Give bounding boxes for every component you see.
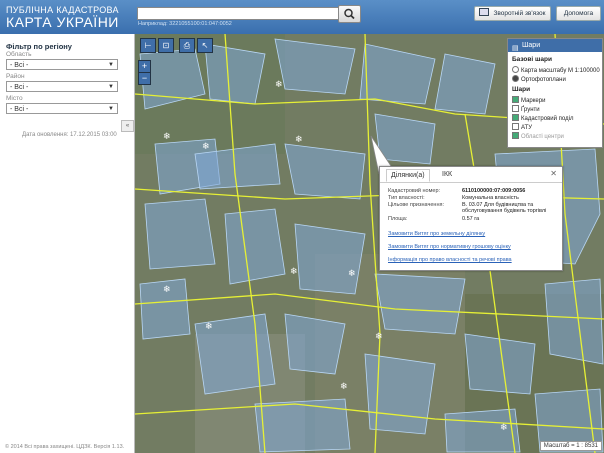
footer-copyright: © 2014 Всі права захищені. ЦДЗК. Версія … (5, 444, 125, 450)
link-ownership-info[interactable]: Інформація про право власності та речові… (388, 257, 512, 263)
layer-cadastral[interactable]: Кадастровий поділ (512, 114, 573, 122)
layers-icon: ▤ (512, 45, 519, 52)
base-layer-map[interactable]: Карта масштабу М 1:100000 (512, 66, 600, 74)
district-select[interactable]: - Всі - ▼ (6, 81, 118, 92)
measure-area-icon[interactable]: ⊡ (158, 38, 174, 53)
svg-text:❄: ❄ (348, 269, 356, 279)
svg-text:❄: ❄ (275, 80, 283, 90)
city-select[interactable]: - Всі - ▼ (6, 103, 118, 114)
row-value: Комунальна власність (462, 195, 519, 201)
filter-title: Фільтр по регіону (6, 42, 72, 51)
link-order-parcel-extract[interactable]: Замовити Витяг про земельну ділянку (388, 231, 485, 237)
row-key: Кадастровий номер: (388, 188, 441, 194)
search-button[interactable] (338, 5, 361, 23)
layer-atu[interactable]: АТУ (512, 123, 532, 131)
row-key: Площа: (388, 216, 408, 222)
svg-text:❄: ❄ (340, 382, 348, 392)
row-value: 0.57 га (462, 216, 480, 222)
chevron-left-icon: « (125, 123, 130, 129)
layer-label: Області центри (521, 134, 564, 140)
svg-text:❄: ❄ (163, 285, 171, 295)
close-icon[interactable]: ✕ (550, 169, 557, 178)
layer-markers[interactable]: Маркери (512, 96, 545, 104)
map-scale: Масштаб = 1 : 8531 (539, 441, 602, 451)
help-label: Допомога (563, 10, 594, 17)
help-button[interactable]: Допомога (556, 6, 601, 21)
row-value: В. 03.07 Для будівництва та обслуговуван… (462, 202, 547, 214)
search-hint: Наприклад: 3221055100:01:047:0052 (138, 21, 232, 27)
base-layer-label: Карта масштабу М 1:100000 (521, 68, 600, 74)
svg-text:❄: ❄ (295, 135, 303, 145)
radio-selected-icon (512, 75, 519, 82)
district-label: Район (6, 73, 25, 80)
layers-section-title: Шари (512, 86, 531, 93)
measure-distance-icon[interactable]: ⊢ (140, 38, 156, 53)
layer-label: Кадастровий поділ (521, 116, 574, 122)
updated-date: Дата оновлення: 17.12.2015 03:00 (22, 132, 117, 138)
base-layer-ortho[interactable]: Ортофотоплани (512, 75, 566, 83)
row-key: Цільове призначення: (388, 202, 444, 208)
checkbox-icon (512, 123, 519, 130)
svg-text:❄: ❄ (205, 322, 213, 332)
base-layers-title: Базові шари (512, 56, 553, 63)
layer-label: АТУ (521, 125, 533, 131)
parcel-popup: Ділянки(а) ІКК ✕ Кадастровий номер: 61101… (379, 166, 563, 271)
layer-label: Маркери (521, 98, 546, 104)
logo-line2: КАРТА УКРАЇНИ (6, 14, 119, 30)
checkbox-icon (512, 105, 519, 112)
layer-soils[interactable]: Ґрунти (512, 105, 540, 113)
feedback-button[interactable]: Зворотній зв'язок (474, 6, 551, 21)
svg-text:❄: ❄ (163, 132, 171, 142)
mail-icon (479, 8, 490, 16)
link-order-valuation-extract[interactable]: Замовити Витяг про нормативну грошову оц… (388, 244, 511, 250)
feedback-label: Зворотній зв'язок (493, 10, 546, 17)
dropdown-arrow-icon: ▼ (108, 84, 114, 90)
map-view[interactable]: ❄ ❄ ❄ ❄ ❄ ❄ ❄ ❄ ❄ ❄ ❄ ⊢ ⊡ ⎙ ↖ + − ▤ Шари Базові … (135, 34, 604, 453)
zoom-out-button[interactable]: − (138, 72, 151, 85)
print-icon[interactable]: ⎙ (179, 38, 195, 53)
layers-title: Шари (522, 42, 541, 49)
checkbox-checked-icon (512, 114, 519, 121)
map-toolbar: ⊢ ⊡ ⎙ ↖ (140, 38, 213, 53)
tab-ikk[interactable]: ІКК (438, 169, 456, 180)
layers-panel: ▤ Шари Базові шари Карта масштабу М 1:100… (507, 38, 603, 148)
base-layer-label: Ортофотоплани (521, 77, 566, 83)
city-label: Місто (6, 95, 23, 102)
collapse-sidebar-button[interactable]: « (121, 120, 134, 132)
checkbox-checked-icon (512, 96, 519, 103)
svg-text:❄: ❄ (375, 332, 383, 342)
row-key: Тип власності: (388, 195, 425, 201)
svg-text:❄: ❄ (500, 423, 508, 433)
header: ПУБЛІЧНА КАДАСТРОВА КАРТА УКРАЇНИ Наприк… (0, 0, 604, 34)
checkbox-checked-icon (512, 132, 519, 139)
region-label: Область (6, 51, 32, 58)
region-select[interactable]: - Всі - ▼ (6, 59, 118, 70)
sidebar: Фільтр по регіону Область - Всі - ▼ Район… (0, 34, 135, 453)
search-input[interactable] (137, 7, 341, 20)
dropdown-arrow-icon: ▼ (108, 62, 114, 68)
radio-icon (512, 66, 519, 73)
region-value: - Всі - (10, 62, 29, 69)
search-icon (344, 8, 355, 20)
dropdown-arrow-icon: ▼ (108, 106, 114, 112)
layer-label: Ґрунти (521, 107, 540, 113)
layer-regional-centers[interactable]: Області центри (512, 132, 564, 140)
row-value: 6110100000:07:009:0056 (462, 188, 526, 194)
district-value: - Всі - (10, 84, 29, 91)
svg-text:❄: ❄ (202, 142, 210, 152)
info-pointer-icon[interactable]: ↖ (197, 38, 213, 53)
popup-tabs: Ділянки(а) ІКК ✕ (380, 167, 562, 183)
svg-text:❄: ❄ (290, 267, 298, 277)
layers-header[interactable]: ▤ Шари (508, 39, 602, 52)
tab-parcels[interactable]: Ділянки(а) (386, 169, 430, 182)
city-value: - Всі - (10, 106, 29, 113)
